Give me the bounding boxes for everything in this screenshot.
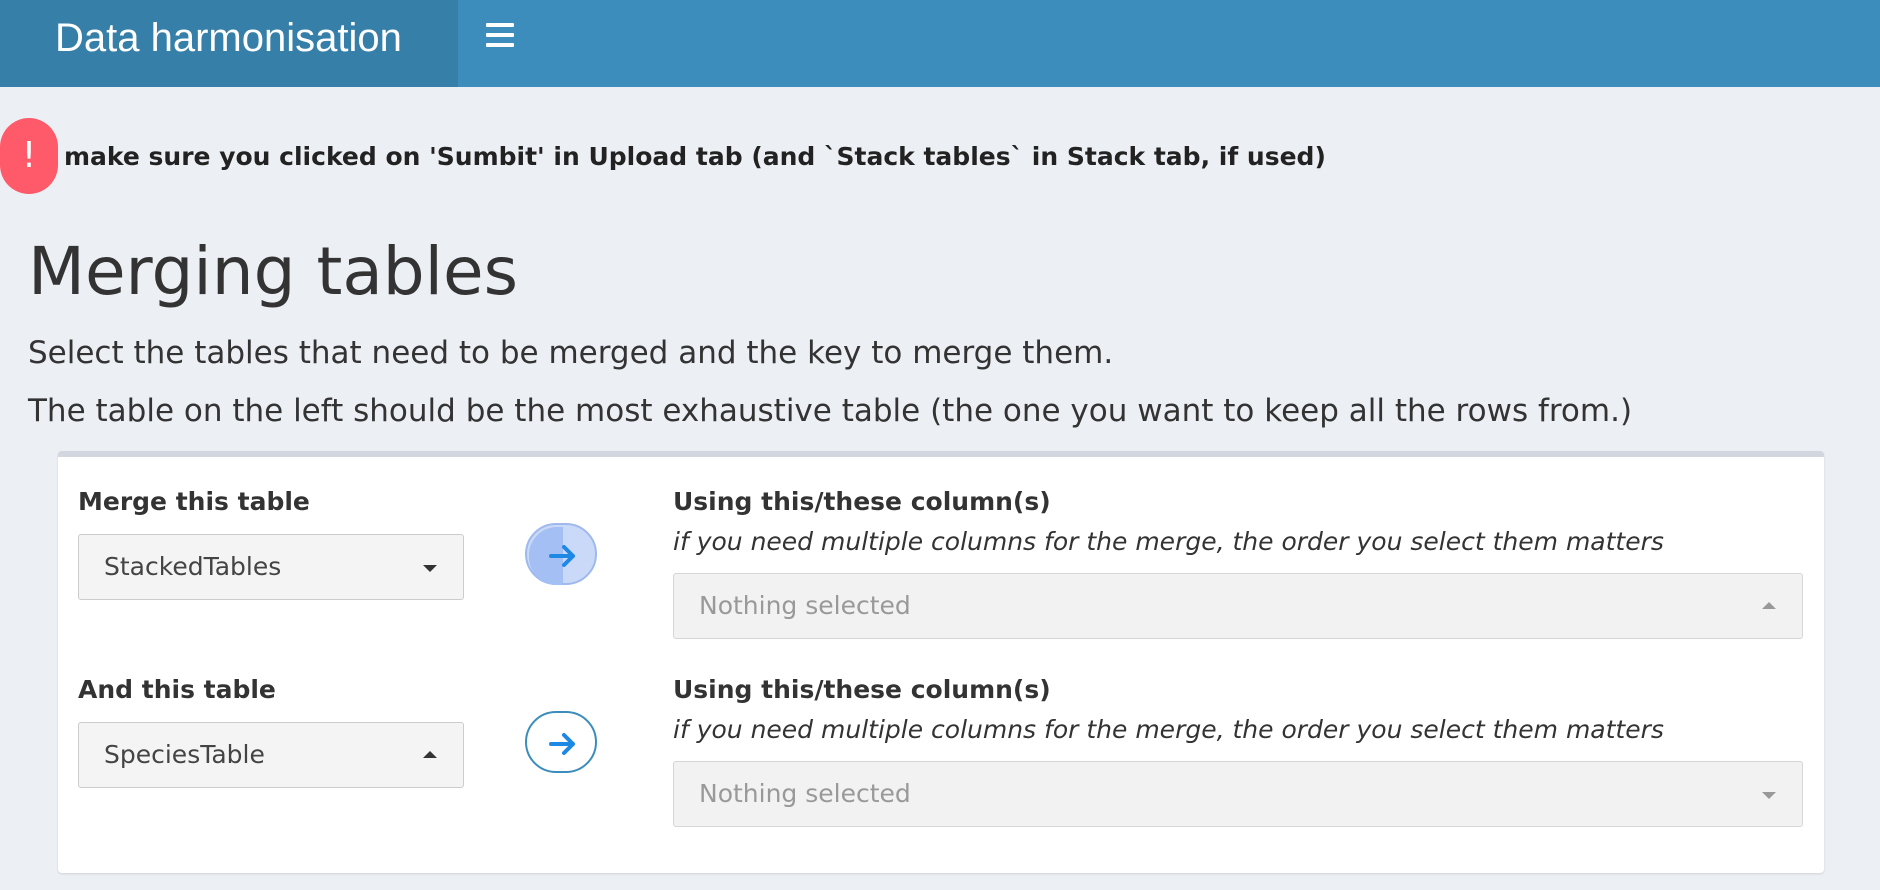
hamburger-menu-icon[interactable] [486,23,514,49]
and-table-value: SpeciesTable [104,740,265,769]
and-columns-select[interactable]: Nothing selected [673,761,1803,827]
merge-columns-label: Using this/these column(s) [673,487,1051,516]
and-table-label: And this table [78,675,276,704]
and-table-select[interactable]: SpeciesTable [78,722,464,788]
app-title[interactable]: Data harmonisation [0,0,458,87]
and-columns-hint: if you need multiple columns for the mer… [673,715,1664,744]
and-table-arrow-button[interactable] [525,711,597,773]
merge-table-arrow-button[interactable] [525,523,597,585]
arrow-right-icon [549,545,575,567]
page-instructions: The table on the left should be the most… [28,393,1633,429]
top-navbar: Data harmonisation [0,0,1880,87]
merge-panel: Merge this table StackedTables Using thi… [58,451,1824,873]
merge-table-select[interactable]: StackedTables [78,534,464,600]
exclamation-icon: ! [0,118,58,194]
chevron-up-icon [1762,602,1776,609]
merge-columns-value: Nothing selected [699,591,911,620]
merge-table-label: Merge this table [78,487,310,516]
merge-columns-select[interactable]: Nothing selected [673,573,1803,639]
chevron-down-icon [1762,792,1776,799]
alert-message: make sure you clicked on 'Sumbit' in Upl… [64,142,1326,171]
merge-table-value: StackedTables [104,552,282,581]
page-description: Select the tables that need to be merged… [28,335,1114,371]
merge-columns-hint: if you need multiple columns for the mer… [673,527,1664,556]
arrow-right-icon [549,733,575,755]
chevron-up-icon [423,751,437,758]
and-columns-label: Using this/these column(s) [673,675,1051,704]
and-columns-value: Nothing selected [699,779,911,808]
page-title: Merging tables [28,233,519,310]
chevron-down-icon [423,565,437,572]
